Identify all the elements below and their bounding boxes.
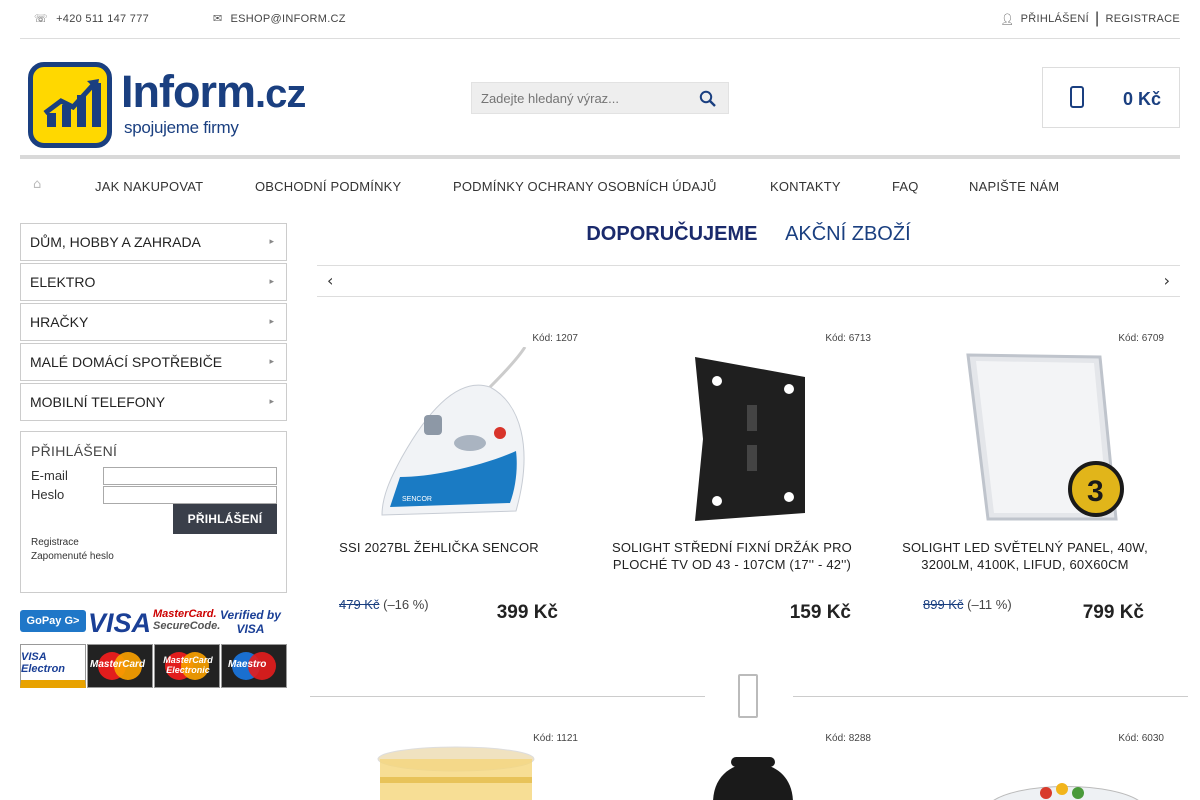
phone-contact[interactable]: ☏ +420 511 147 777 <box>34 12 149 25</box>
register-link[interactable]: REGISTRACE <box>1105 13 1180 25</box>
visa-logo: VISA <box>88 608 152 638</box>
email-contact[interactable]: ✉ ESHOP@INFORM.CZ <box>213 12 346 25</box>
product-card[interactable]: Kód: 8288 <box>593 733 871 800</box>
svg-text:3: 3 <box>1087 475 1104 508</box>
category-label: MALÉ DOMÁCÍ SPOTŘEBIČE <box>30 354 223 370</box>
category-item[interactable]: HRAČKY ▸ <box>20 303 287 341</box>
cart-total: 0 Kč <box>1122 89 1161 109</box>
tab-sale[interactable]: AKČNÍ ZBOŽÍ <box>785 223 911 246</box>
product-code: Kód: 6709 <box>1118 333 1164 344</box>
product-image-cable-reel[interactable] <box>703 753 803 800</box>
category-item[interactable]: DŮM, HOBBY A ZAHRADA ▸ <box>20 223 287 261</box>
product-price: 799 Kč <box>1082 602 1144 623</box>
category-label: HRAČKY <box>30 314 89 330</box>
login-panel: PŘIHLÁŠENÍ E-mail Heslo PŘIHLÁŠENÍ Regis… <box>20 431 287 593</box>
product-price: 399 Kč <box>496 602 558 623</box>
mastercard-logo: MasterCard <box>87 644 153 688</box>
nav-faq[interactable]: FAQ <box>892 179 919 194</box>
separator: | <box>1095 10 1100 27</box>
product-card[interactable]: Kód: 6030 <box>886 733 1164 800</box>
account-links: 👤︎ PŘIHLÁŠENÍ | REGISTRACE <box>1000 10 1180 28</box>
email-label: E-mail <box>31 468 68 483</box>
product-card[interactable]: Kód: 1121 <box>300 733 578 800</box>
category-menu: DŮM, HOBBY A ZAHRADA ▸ ELEKTRO ▸ HRAČKY ▸ M… <box>20 223 287 423</box>
forgot-password-link[interactable]: Zapomenuté heslo <box>31 551 114 562</box>
logo-wordmark: Inform.cz <box>121 66 306 117</box>
card-logos: VISA Electron MasterCard MasterCard Elec… <box>20 644 287 688</box>
cart-icon <box>1070 86 1084 108</box>
envelope-icon: ✉ <box>213 12 223 25</box>
category-label: MOBILNÍ TELEFONY <box>30 394 166 410</box>
product-name[interactable]: SOLIGHT LED SVĚTELNÝ PANEL, 40W, 3200LM,… <box>886 539 1164 573</box>
login-link[interactable]: PŘIHLÁŠENÍ <box>1021 13 1089 25</box>
logo-tagline: spojujeme firmy <box>124 118 239 137</box>
product-code: Kód: 6030 <box>1118 733 1164 744</box>
phone-icon <box>738 674 758 718</box>
product-image-led-panel[interactable]: 3 <box>906 347 1136 527</box>
phone-number[interactable]: +420 511 147 777 <box>56 13 149 25</box>
product-price: 159 Kč <box>789 602 851 623</box>
payment-logos: GoPay G> VISA MasterCard. SecureCode. Ver… <box>20 608 287 638</box>
product-code: Kód: 1207 <box>532 333 578 344</box>
main-nav: ⌂ JAK NAKUPOVAT OBCHODNÍ PODMÍNKY PODMÍN… <box>20 176 1180 198</box>
chevron-right-icon[interactable]: › <box>1164 271 1170 290</box>
mastercard-securecode-logo: MasterCard. SecureCode. <box>153 608 221 632</box>
home-icon[interactable]: ⌂ <box>33 177 41 192</box>
chevron-left-icon[interactable]: ‹ <box>327 271 333 290</box>
maestro-logo: Maestro <box>221 644 287 688</box>
product-name[interactable]: SSI 2027BL ŽEHLIČKA SENCOR <box>300 539 578 556</box>
phone-icon: ☏ <box>34 12 49 25</box>
search-icon[interactable] <box>698 89 718 109</box>
category-item[interactable]: MOBILNÍ TELEFONY ▸ <box>20 383 287 421</box>
nav-contacts[interactable]: KONTAKTY <box>770 179 841 194</box>
chevron-right-icon: ▸ <box>269 357 274 367</box>
chevron-right-icon: ▸ <box>269 237 274 247</box>
email-address[interactable]: ESHOP@INFORM.CZ <box>231 13 346 25</box>
gopay-logo: GoPay G> <box>20 610 86 632</box>
product-image-dehydrator[interactable] <box>376 741 536 800</box>
chevron-right-icon: ▸ <box>269 317 274 327</box>
login-button[interactable]: PŘIHLÁŠENÍ <box>173 504 277 534</box>
search-box <box>471 82 729 114</box>
nav-terms[interactable]: OBCHODNÍ PODMÍNKY <box>255 179 401 194</box>
product-code: Kód: 6713 <box>825 333 871 344</box>
product-image-tray[interactable] <box>986 773 1146 800</box>
nav-write-us[interactable]: NAPIŠTE NÁM <box>969 179 1059 194</box>
search-input[interactable] <box>472 83 692 113</box>
svg-text:SENCOR: SENCOR <box>402 496 432 503</box>
tab-recommended[interactable]: DOPORUČUJEME <box>586 223 757 246</box>
chevron-right-icon: ▸ <box>269 277 274 287</box>
email-field[interactable] <box>103 467 277 485</box>
top-bar: ☏ +420 511 147 777 ✉ ESHOP@INFORM.CZ 👤︎ … <box>20 0 1180 39</box>
carousel-controls: ‹ › <box>317 266 1180 297</box>
user-icon: 👤︎ <box>1000 12 1015 26</box>
password-field[interactable] <box>103 486 277 504</box>
mastercard-electronic-logo: MasterCard Electronic <box>154 644 220 688</box>
old-price: 899 Kč (–11 %) <box>923 597 1012 612</box>
site-logo[interactable]: Inform.cz spojujeme firmy <box>28 62 333 150</box>
nav-privacy[interactable]: PODMÍNKY OCHRANY OSOBNÍCH ÚDAJŮ <box>453 179 717 194</box>
category-label: DŮM, HOBBY A ZAHRADA <box>30 234 201 250</box>
row-divider <box>310 666 1188 726</box>
product-image-iron[interactable]: SENCOR <box>320 347 550 527</box>
header-divider <box>20 155 1180 159</box>
product-image-tv-mount[interactable] <box>613 347 843 527</box>
password-label: Heslo <box>31 487 65 502</box>
verified-by-visa-logo: Verified by VISA <box>220 608 281 636</box>
product-code: Kód: 1121 <box>533 733 578 744</box>
product-name[interactable]: SOLIGHT STŘEDNÍ FIXNÍ DRŽÁK PRO PLOCHÉ T… <box>593 539 871 573</box>
visa-electron-logo: VISA Electron <box>20 644 86 688</box>
product-tabs: DOPORUČUJEME AKČNÍ ZBOŽÍ <box>317 223 1180 247</box>
category-item[interactable]: MALÉ DOMÁCÍ SPOTŘEBIČE ▸ <box>20 343 287 381</box>
nav-how-to-buy[interactable]: JAK NAKUPOVAT <box>95 179 203 194</box>
logo-chart-icon <box>28 62 112 148</box>
chevron-right-icon: ▸ <box>269 397 274 407</box>
category-item[interactable]: ELEKTRO ▸ <box>20 263 287 301</box>
product-code: Kód: 8288 <box>825 733 871 744</box>
cart-button[interactable]: 0 Kč <box>1042 67 1180 128</box>
old-price: 479 Kč (–16 %) <box>339 597 429 612</box>
login-title: PŘIHLÁŠENÍ <box>31 443 118 459</box>
category-label: ELEKTRO <box>30 274 96 290</box>
register-link[interactable]: Registrace <box>31 537 79 548</box>
